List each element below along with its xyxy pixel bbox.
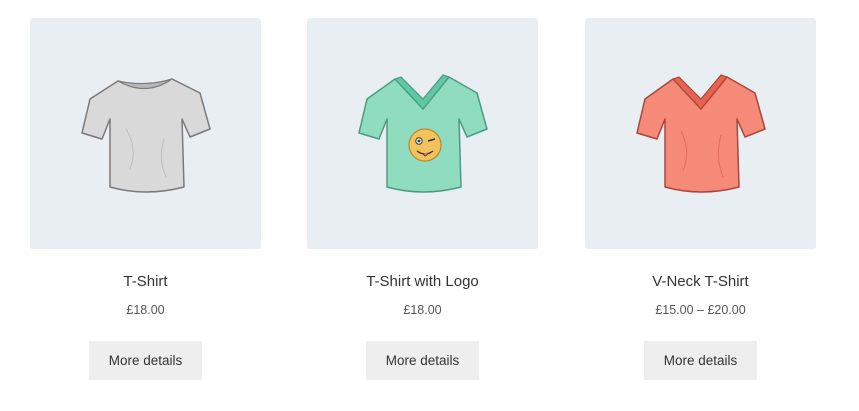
product-price: £15.00 – £20.00 [655, 303, 746, 317]
more-details-button[interactable]: More details [366, 341, 479, 380]
product-title[interactable]: V-Neck T-Shirt [585, 272, 816, 292]
tshirt-vneck-teal-logo-icon [357, 73, 488, 193]
product-price: £18.00 [126, 303, 165, 317]
product-image[interactable] [30, 18, 261, 249]
product-image[interactable] [585, 18, 816, 249]
product-image[interactable] [307, 18, 538, 249]
tshirt-vneck-coral-icon [635, 73, 766, 193]
product-card: V-Neck T-Shirt £15.00 – £20.00 More deta… [585, 18, 816, 380]
product-card: T-Shirt with Logo £18.00 More details [307, 18, 538, 380]
product-title[interactable]: T-Shirt [30, 272, 261, 292]
product-price: £18.00 [403, 303, 442, 317]
product-grid: T-Shirt £18.00 More details T-Shirt with… [0, 0, 859, 411]
product-card: T-Shirt £18.00 More details [30, 18, 261, 380]
tshirt-crew-gray-icon [80, 77, 211, 193]
product-title[interactable]: T-Shirt with Logo [307, 272, 538, 292]
more-details-button[interactable]: More details [89, 341, 202, 380]
more-details-button[interactable]: More details [644, 341, 757, 380]
